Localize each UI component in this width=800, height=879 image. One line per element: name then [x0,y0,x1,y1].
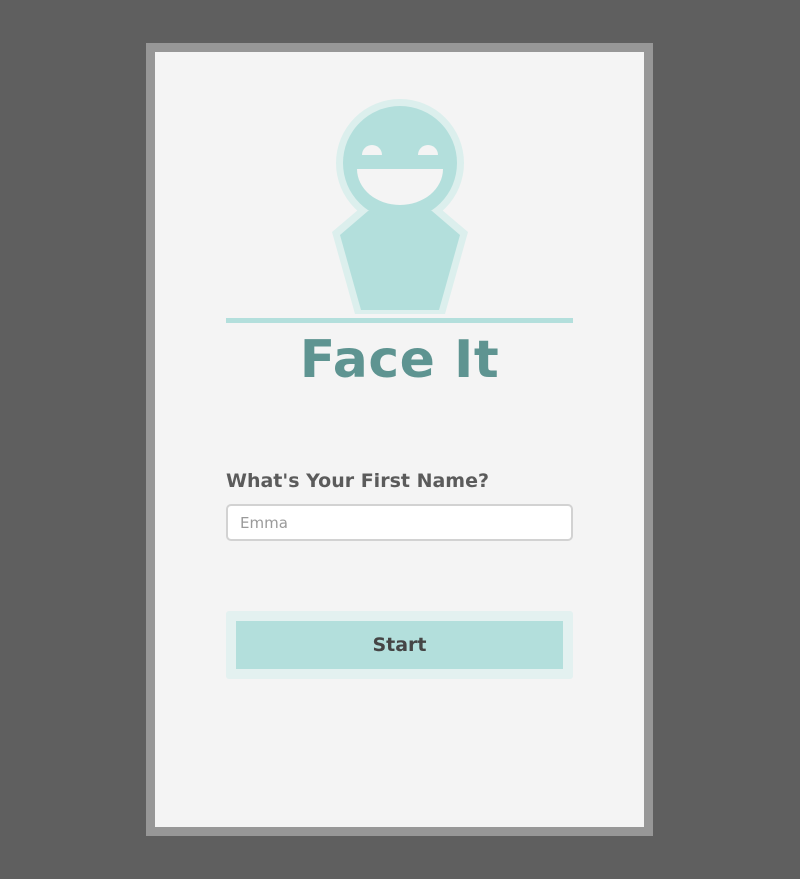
start-button[interactable]: Start [236,621,563,669]
app-screen: Face It What's Your First Name? Start [155,52,644,827]
first-name-label: What's Your First Name? [226,470,490,492]
title-divider [226,318,573,323]
smiling-person-icon [332,99,468,314]
start-button-wrapper: Start [226,611,573,679]
first-name-input[interactable] [226,504,573,541]
device-frame: Face It What's Your First Name? Start [146,43,653,836]
app-title: Face It [299,330,500,390]
